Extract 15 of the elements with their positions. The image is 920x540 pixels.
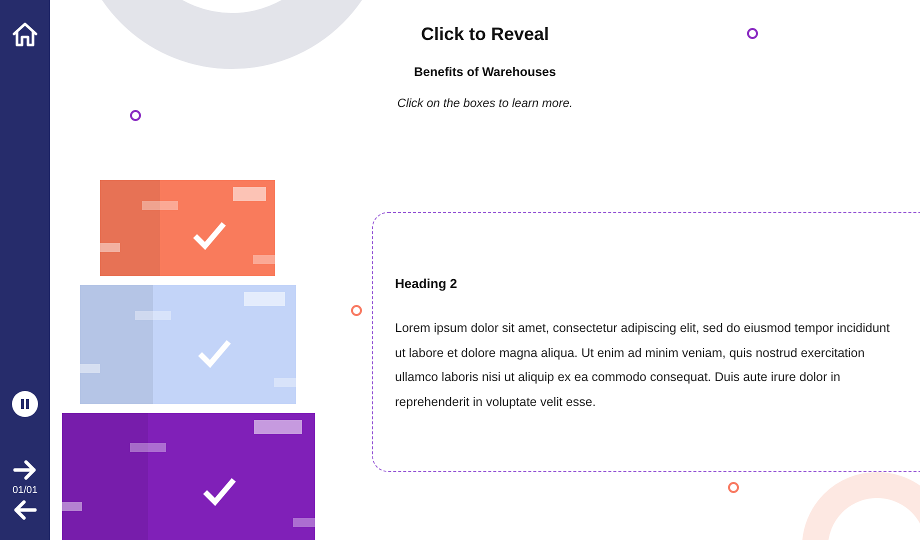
home-icon[interactable]: [12, 21, 38, 47]
circle-decoration: [130, 110, 141, 121]
instruction-text: Click on the boxes to learn more.: [397, 96, 573, 110]
subtitle: Benefits of Warehouses: [414, 65, 556, 79]
next-arrow-icon[interactable]: [13, 460, 37, 480]
circle-decoration: [351, 305, 362, 316]
back-arrow-icon[interactable]: [13, 500, 37, 520]
pause-button[interactable]: [12, 391, 38, 417]
page-title: Click to Reveal: [420, 24, 550, 45]
circle-decoration: [747, 28, 758, 39]
circle-decoration: [728, 482, 739, 493]
card-body-text: Lorem ipsum dolor sit amet, consectetur adipiscing elit, sed do eiusmod tempor incididunt ut labore et dolore magna aliqua. Ut enim ad minim veniam, quis nostrud exercitation ullamco laboris nisi ut aliquip ex ea commodo consequat. Duis aute irure dolor in reprehenderit in voluptate velit esse.: [395, 320, 891, 411]
card-heading: Heading 2: [395, 276, 458, 291]
page-counter: 01/01: [12, 485, 38, 496]
package-box[interactable]: [62, 413, 315, 540]
